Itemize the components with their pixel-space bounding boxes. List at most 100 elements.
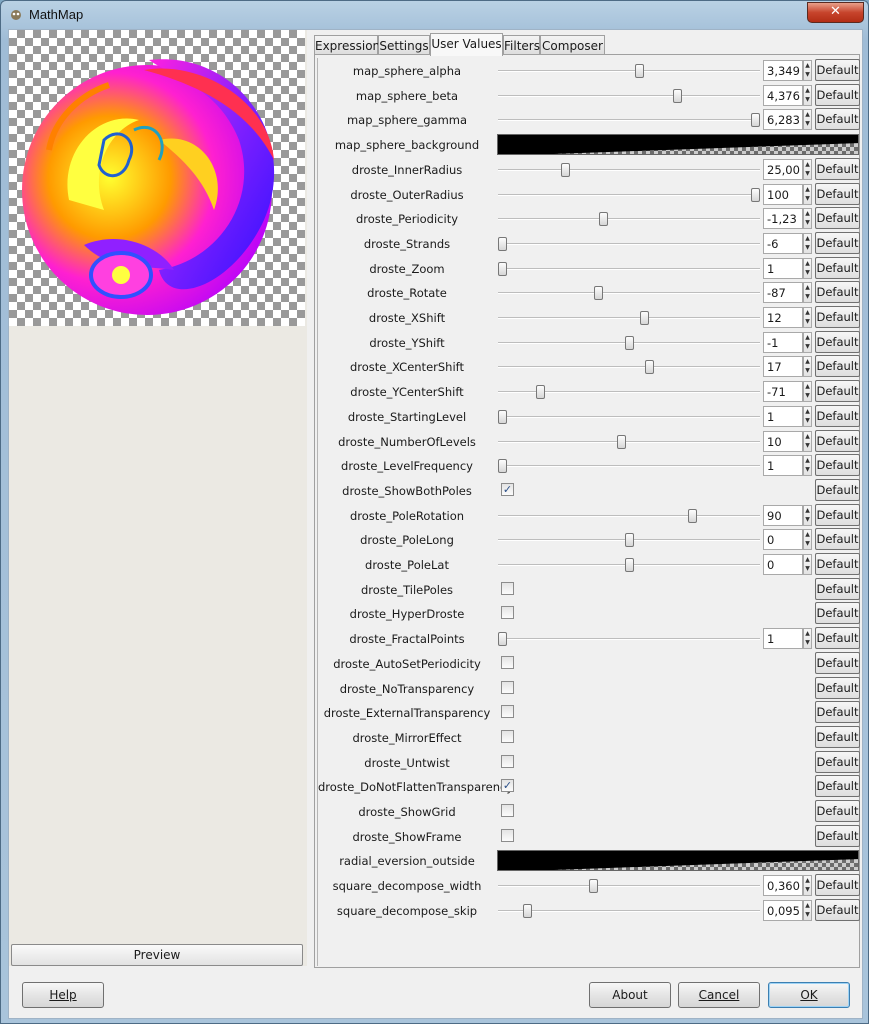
param-slider[interactable] xyxy=(498,385,760,400)
param-slider[interactable] xyxy=(498,286,760,301)
close-window-button[interactable]: ✕ xyxy=(807,2,864,23)
param-value-field[interactable]: 100 ▲ ▼ xyxy=(763,183,812,205)
slider-handle[interactable] xyxy=(617,434,626,449)
slider-handle[interactable] xyxy=(751,187,760,202)
param-slider[interactable] xyxy=(498,903,760,918)
spin-arrows-icon[interactable]: ▲ ▼ xyxy=(803,60,812,81)
spin-arrows-icon[interactable]: ▲ ▼ xyxy=(803,356,812,378)
slider-handle[interactable] xyxy=(498,632,507,647)
param-checkbox[interactable] xyxy=(501,705,514,719)
param-value-field[interactable]: 1 ▲ ▼ xyxy=(763,257,812,279)
param-value-field[interactable]: 0 ▲ ▼ xyxy=(763,529,812,551)
default-button[interactable]: Default xyxy=(815,676,860,699)
default-button[interactable]: Default xyxy=(815,627,860,650)
param-checkbox[interactable] xyxy=(501,828,514,842)
spin-arrows-icon[interactable]: ▲ ▼ xyxy=(803,109,812,131)
spin-arrows-icon[interactable]: ▲ ▼ xyxy=(803,455,812,477)
slider-handle[interactable] xyxy=(625,335,634,350)
default-button[interactable]: Default xyxy=(815,108,860,131)
spin-arrows-icon[interactable]: ▲ ▼ xyxy=(803,529,812,551)
spin-arrows-icon[interactable]: ▲ ▼ xyxy=(803,875,812,897)
spin-arrows-icon[interactable]: ▲ ▼ xyxy=(803,183,812,205)
param-slider[interactable] xyxy=(498,261,760,276)
param-checkbox[interactable]: ✓ xyxy=(501,482,514,496)
param-value-field[interactable]: 10 ▲ ▼ xyxy=(763,430,812,452)
default-button[interactable]: Default xyxy=(815,602,860,625)
slider-handle[interactable] xyxy=(625,558,634,572)
slider-handle[interactable] xyxy=(635,64,644,78)
spin-arrows-icon[interactable]: ▲ ▼ xyxy=(803,554,812,575)
default-button[interactable]: Default xyxy=(815,182,860,205)
param-slider[interactable] xyxy=(498,88,760,103)
default-button[interactable]: Default xyxy=(815,83,860,106)
spin-arrows-icon[interactable]: ▲ ▼ xyxy=(803,430,812,452)
param-checkbox[interactable] xyxy=(501,655,514,669)
slider-handle[interactable] xyxy=(523,903,532,918)
param-slider[interactable] xyxy=(498,236,760,251)
cancel-button[interactable]: Cancel xyxy=(678,982,760,1008)
param-slider[interactable] xyxy=(498,409,760,424)
param-value-field[interactable]: -1,23 ▲ ▼ xyxy=(763,208,812,230)
default-button[interactable]: Default xyxy=(815,157,860,180)
tab-filters[interactable]: Filters xyxy=(503,35,540,55)
slider-handle[interactable] xyxy=(498,236,507,251)
param-value-field[interactable]: 4,376 ▲ ▼ xyxy=(763,84,812,106)
param-value-field[interactable]: 90 ▲ ▼ xyxy=(763,504,812,526)
default-button[interactable]: Default xyxy=(815,898,860,921)
title-bar[interactable]: MathMap ✕ xyxy=(1,1,868,29)
spin-arrows-icon[interactable]: ▲ ▼ xyxy=(803,504,812,526)
param-value-field[interactable]: -6 ▲ ▼ xyxy=(763,232,812,254)
param-checkbox[interactable]: ✓ xyxy=(501,779,514,793)
default-button[interactable]: Default xyxy=(815,725,860,748)
slider-handle[interactable] xyxy=(625,533,634,548)
spin-arrows-icon[interactable]: ▲ ▼ xyxy=(803,381,812,403)
slider-handle[interactable] xyxy=(673,88,682,103)
default-button[interactable]: Default xyxy=(815,281,860,304)
default-button[interactable]: Default xyxy=(815,701,860,724)
ok-button[interactable]: OK xyxy=(768,982,850,1008)
default-button[interactable]: Default xyxy=(815,800,860,822)
default-button[interactable]: Default xyxy=(815,256,860,279)
default-button[interactable]: Default xyxy=(815,404,860,427)
default-button[interactable]: Default xyxy=(815,380,860,403)
param-slider[interactable] xyxy=(498,113,760,128)
param-slider[interactable] xyxy=(498,533,760,548)
default-button[interactable]: Default xyxy=(815,577,860,600)
default-button[interactable]: Default xyxy=(815,651,860,674)
param-value-field[interactable]: -71 ▲ ▼ xyxy=(763,381,812,403)
param-checkbox[interactable] xyxy=(501,729,514,743)
param-slider[interactable] xyxy=(498,187,760,202)
gradient-editor[interactable] xyxy=(497,850,859,872)
default-button[interactable]: Default xyxy=(815,207,860,230)
slider-handle[interactable] xyxy=(498,459,507,474)
slider-handle[interactable] xyxy=(594,286,603,301)
tab-composer[interactable]: Composer xyxy=(540,35,605,55)
param-slider[interactable] xyxy=(498,879,760,894)
spin-arrows-icon[interactable]: ▲ ▼ xyxy=(803,331,812,353)
param-value-field[interactable]: 0,095 ▲ ▼ xyxy=(763,899,812,921)
param-slider[interactable] xyxy=(498,311,760,325)
slider-handle[interactable] xyxy=(498,409,507,424)
default-button[interactable]: Default xyxy=(815,874,860,897)
spin-arrows-icon[interactable]: ▲ ▼ xyxy=(803,208,812,230)
param-checkbox[interactable] xyxy=(501,754,514,768)
param-value-field[interactable]: 6,283 ▲ ▼ xyxy=(763,109,812,131)
default-button[interactable]: Default xyxy=(815,553,860,575)
tab-user-values[interactable]: User Values xyxy=(430,33,503,56)
param-value-field[interactable]: -1 ▲ ▼ xyxy=(763,331,812,353)
slider-handle[interactable] xyxy=(688,508,697,523)
param-slider[interactable] xyxy=(498,632,760,647)
param-slider[interactable] xyxy=(498,162,760,177)
default-button[interactable]: Default xyxy=(815,429,860,452)
param-slider[interactable] xyxy=(498,434,760,449)
param-slider[interactable] xyxy=(498,459,760,474)
slider-handle[interactable] xyxy=(589,879,598,894)
default-button[interactable]: Default xyxy=(815,306,860,328)
param-value-field[interactable]: 0,360 ▲ ▼ xyxy=(763,875,812,897)
param-value-field[interactable]: 3,349 ▲ ▼ xyxy=(763,60,812,81)
default-button[interactable]: Default xyxy=(815,750,860,773)
default-button[interactable]: Default xyxy=(815,528,860,551)
spin-arrows-icon[interactable]: ▲ ▼ xyxy=(803,158,812,180)
spin-arrows-icon[interactable]: ▲ ▼ xyxy=(803,84,812,106)
spin-arrows-icon[interactable]: ▲ ▼ xyxy=(803,307,812,328)
